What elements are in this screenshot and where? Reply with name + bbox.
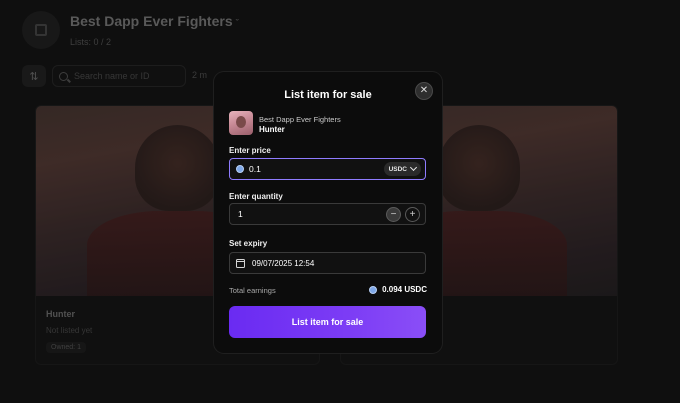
currency-select[interactable]: USDC — [383, 162, 421, 176]
item-name: Hunter — [259, 125, 285, 134]
earnings-value: 0.094 USDC — [369, 285, 427, 294]
price-label: Enter price — [229, 146, 271, 155]
currency-label: USDC — [388, 165, 407, 173]
expiry-field[interactable]: 09/07/2025 12:54 — [229, 252, 426, 274]
increment-button[interactable]: + — [405, 207, 420, 222]
quantity-label: Enter quantity — [229, 192, 283, 201]
price-field[interactable]: USDC — [229, 158, 426, 180]
usdc-coin-icon — [236, 165, 244, 173]
item-collection-name: Best Dapp Ever Fighters — [259, 115, 341, 124]
list-item-button[interactable]: List item for sale — [229, 306, 426, 338]
list-item-button-label: List item for sale — [291, 317, 364, 327]
list-item-modal: List item for sale ✕ Best Dapp Ever Figh… — [214, 72, 442, 353]
calendar-icon — [236, 258, 245, 268]
item-thumbnail — [229, 111, 253, 135]
modal-title: List item for sale — [284, 89, 372, 101]
quantity-field[interactable]: − + — [229, 203, 426, 225]
decrement-button[interactable]: − — [386, 207, 401, 222]
expiry-label: Set expiry — [229, 239, 268, 248]
expiry-value: 09/07/2025 12:54 — [252, 258, 315, 268]
earnings-label: Total earnings — [229, 286, 276, 295]
close-button[interactable]: ✕ — [415, 82, 433, 100]
earnings-amount: 0.094 USDC — [382, 285, 427, 294]
quantity-input[interactable] — [238, 209, 368, 219]
chevron-down-icon — [409, 163, 418, 172]
price-input[interactable] — [249, 164, 369, 174]
close-icon: ✕ — [419, 85, 429, 96]
usdc-coin-icon — [369, 285, 378, 294]
